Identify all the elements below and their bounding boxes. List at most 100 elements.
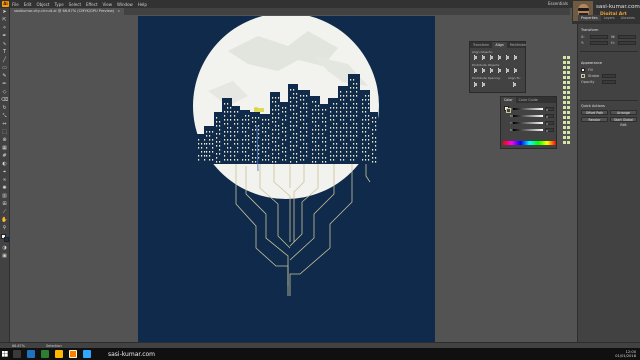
swatch-chip[interactable] (562, 140, 566, 144)
clock-date[interactable]: 01/01/2018 (615, 354, 636, 358)
curvature-tool-icon[interactable]: ∿ (1, 41, 8, 47)
swatch-chip[interactable] (562, 75, 566, 79)
swatch-chip[interactable] (566, 90, 570, 94)
swatch-chip[interactable] (566, 125, 570, 129)
swatch-chip[interactable] (566, 95, 570, 99)
recolor-button[interactable]: Recolor (581, 117, 608, 122)
opacity-field[interactable] (602, 80, 616, 84)
channel-m-value[interactable]: 0 (545, 114, 554, 119)
align-center-v-icon[interactable] (505, 55, 510, 60)
swatch-chip[interactable] (566, 55, 570, 59)
x-field[interactable] (590, 35, 608, 39)
tab-properties[interactable]: Properties (578, 15, 601, 21)
channel-c-slider[interactable] (513, 108, 543, 110)
column-graph-tool-icon[interactable]: ▥ (1, 193, 8, 199)
swatch-chip[interactable] (566, 120, 570, 124)
distribute-center-v-icon[interactable] (481, 68, 486, 73)
type-tool-icon[interactable]: T (1, 49, 8, 55)
align-to-selection-icon[interactable] (512, 82, 517, 87)
distribute-right-icon[interactable] (513, 68, 518, 73)
stroke-swatch[interactable] (3, 237, 9, 242)
start-button[interactable] (0, 348, 10, 360)
draw-mode-icon[interactable]: ◑ (1, 245, 8, 251)
scale-tool-icon[interactable]: ⤡ (1, 113, 8, 119)
align-left-icon[interactable] (473, 55, 478, 60)
gradient-tool-icon[interactable]: ◐ (1, 161, 8, 167)
swatch-chip[interactable] (562, 125, 566, 129)
swatch-chip[interactable] (562, 65, 566, 69)
file-explorer-icon[interactable] (55, 350, 63, 358)
illustrator-taskbar-icon[interactable] (69, 350, 77, 358)
align-right-icon[interactable] (489, 55, 494, 60)
channel-c-value[interactable]: 0 (545, 107, 554, 112)
search-icon[interactable] (13, 350, 21, 358)
channel-y-slider[interactable] (513, 122, 543, 124)
hand-tool-icon[interactable]: ✋ (1, 217, 8, 223)
photoshop-taskbar-icon[interactable] (83, 350, 91, 358)
menu-view[interactable]: View (103, 2, 113, 7)
swatch-chip[interactable] (562, 90, 566, 94)
slice-tool-icon[interactable]: ⟋ (1, 209, 8, 215)
swatch-chip[interactable] (562, 80, 566, 84)
distribute-top-icon[interactable] (473, 68, 478, 73)
stroke-weight-field[interactable] (602, 74, 616, 78)
eyedropper-tool-icon[interactable]: ⌖ (1, 169, 8, 175)
pencil-tool-icon[interactable]: ✏ (1, 81, 8, 87)
swatch-strip[interactable] (562, 55, 572, 144)
pen-tool-icon[interactable]: ✒ (1, 33, 8, 39)
swatch-chip[interactable] (566, 105, 570, 109)
artboard[interactable] (138, 16, 435, 346)
close-icon[interactable]: × (117, 9, 120, 13)
swatch-chip[interactable] (566, 65, 570, 69)
channel-m-slider[interactable] (513, 115, 543, 117)
swatch-chip[interactable] (562, 115, 566, 119)
menu-help[interactable]: Help (138, 2, 147, 7)
tab-libraries[interactable]: Libraries (618, 15, 638, 21)
document-tab[interactable]: sasikumar-city-circuit.ai @ 66.67% (CMYK… (10, 8, 125, 15)
swatch-chip[interactable] (562, 120, 566, 124)
swatch-chip[interactable] (562, 100, 566, 104)
menu-edit[interactable]: Edit (24, 2, 32, 7)
align-top-icon[interactable] (497, 55, 502, 60)
selection-tool-icon[interactable]: ➤ (1, 9, 8, 15)
distribute-space-h-icon[interactable] (481, 82, 486, 87)
align-bottom-icon[interactable] (513, 55, 518, 60)
rectangle-tool-icon[interactable]: ▭ (1, 65, 8, 71)
swatch-chip[interactable] (562, 130, 566, 134)
menu-select[interactable]: Select (69, 2, 81, 7)
swatch-chip[interactable] (566, 60, 570, 64)
distribute-left-icon[interactable] (497, 68, 502, 73)
tab-color-guide[interactable]: Color Guide (516, 97, 541, 103)
channel-k-value[interactable]: 0 (545, 128, 554, 133)
swatch-chip[interactable] (562, 105, 566, 109)
swatch-chip[interactable] (562, 55, 566, 59)
swatch-chip[interactable] (566, 75, 570, 79)
mesh-tool-icon[interactable]: # (1, 153, 8, 159)
align-center-h-icon[interactable] (481, 55, 486, 60)
magic-wand-tool-icon[interactable]: ✧ (1, 25, 8, 31)
appearance-fill-swatch[interactable] (581, 68, 585, 72)
arrange-button[interactable]: Arrange (610, 110, 637, 115)
swatch-chip[interactable] (562, 85, 566, 89)
task-view-icon[interactable] (27, 350, 35, 358)
swatch-chip[interactable] (566, 70, 570, 74)
workspace-switcher[interactable]: Essentials (548, 1, 568, 6)
swatch-chip[interactable] (566, 135, 570, 139)
menu-type[interactable]: Type (54, 2, 63, 7)
paintbrush-tool-icon[interactable]: ✎ (1, 73, 8, 79)
perspective-grid-tool-icon[interactable]: ▦ (1, 145, 8, 151)
swatch-chip[interactable] (566, 110, 570, 114)
blend-tool-icon[interactable]: ∞ (1, 177, 8, 183)
distribute-bottom-icon[interactable] (489, 68, 494, 73)
eraser-tool-icon[interactable]: ⌫ (1, 97, 8, 103)
swatch-chip[interactable] (566, 115, 570, 119)
screen-mode-icon[interactable]: ▣ (1, 253, 8, 259)
width-tool-icon[interactable]: ⇔ (1, 121, 8, 127)
swatch-chip[interactable] (562, 70, 566, 74)
menu-window[interactable]: Window (117, 2, 133, 7)
distribute-center-h-icon[interactable] (505, 68, 510, 73)
zoom-tool-icon[interactable]: ⚲ (1, 225, 8, 231)
w-field[interactable] (618, 35, 636, 39)
swatch-chip[interactable] (562, 60, 566, 64)
artboard-tool-icon[interactable]: ⊞ (1, 201, 8, 207)
